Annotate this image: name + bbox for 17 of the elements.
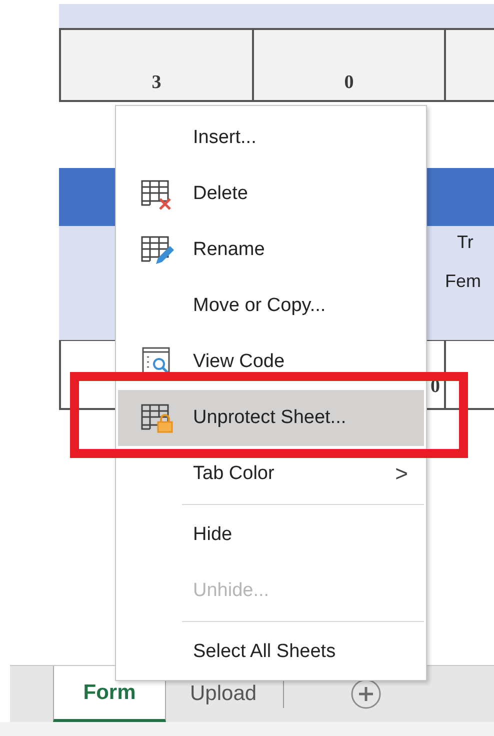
menu-item[interactable]: Unprotect Sheet... [118,390,424,446]
column-header-text: Fem [445,271,481,292]
column-header-text: Tr [456,232,474,253]
menu-item[interactable]: Delete [118,166,424,222]
menu-item[interactable]: Hide [118,507,424,563]
menu-item[interactable]: View Code [118,334,424,390]
menu-item[interactable]: Move or Copy... [118,278,424,334]
add-sheet-icon[interactable] [350,678,382,710]
table-cell: 3 [59,28,252,102]
table-cell: 0 [252,28,444,102]
menu-item[interactable]: Insert... [118,110,424,166]
table-lock-icon [140,402,174,434]
menu-item[interactable]: Rename [118,222,424,278]
menu-item[interactable]: Tab Color > [118,446,424,502]
table-delete-icon [140,178,174,210]
submenu-arrow: > [395,461,408,487]
table-pencil-icon [140,234,174,266]
